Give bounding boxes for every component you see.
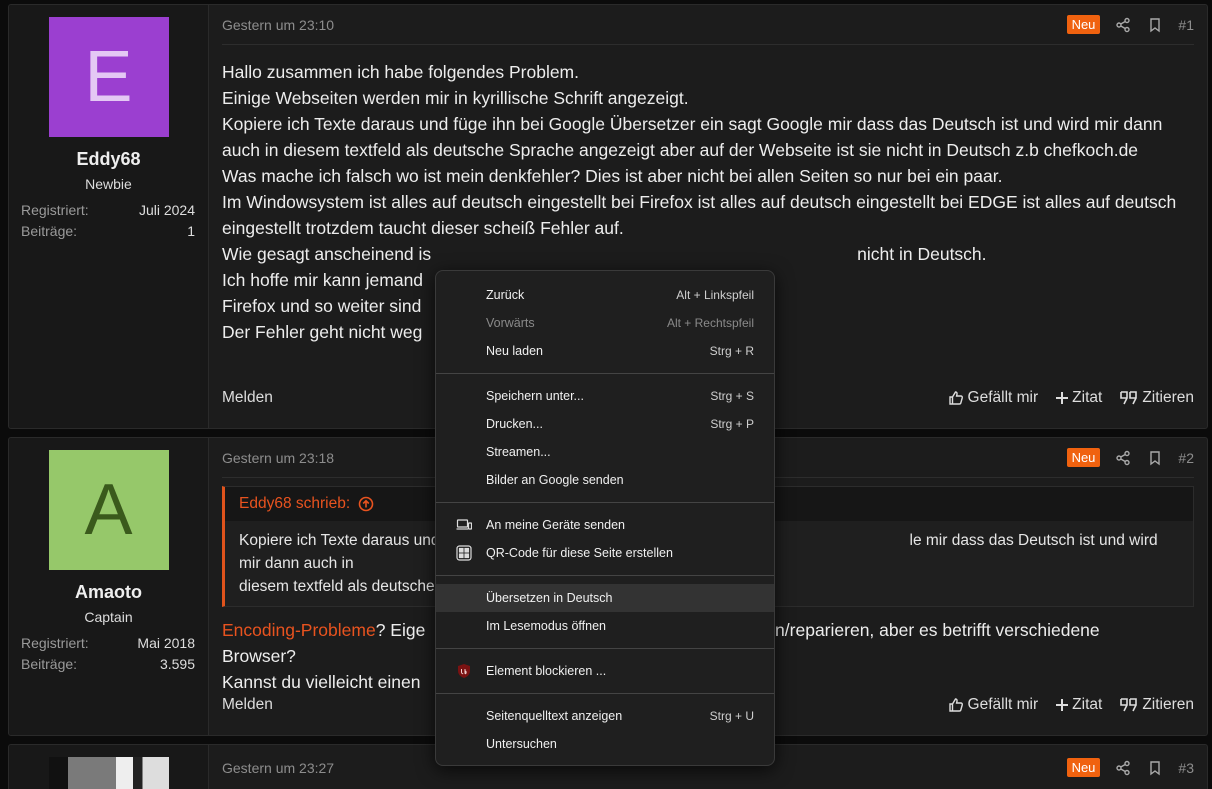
posts-count-value: 1 bbox=[187, 223, 195, 239]
menu-separator bbox=[436, 502, 774, 503]
menu-item-send-devices[interactable]: An meine Geräte senden bbox=[436, 511, 774, 539]
menu-item-google-images[interactable]: Bilder an Google senden bbox=[436, 466, 774, 494]
body-line: Im Windowsystem ist alles auf deutsch ei… bbox=[222, 192, 1177, 238]
avatar[interactable]: A bbox=[48, 450, 169, 570]
quote-button[interactable]: Zitat bbox=[1056, 389, 1102, 407]
username[interactable]: Amaoto bbox=[21, 582, 196, 603]
plus-icon bbox=[1056, 699, 1069, 711]
share-icon[interactable] bbox=[1114, 449, 1132, 467]
post-header: Gestern um 23:10 Neu #1 bbox=[222, 5, 1194, 45]
menu-separator bbox=[436, 575, 774, 576]
cite-button[interactable]: Zitieren bbox=[1120, 389, 1194, 407]
new-badge: Neu bbox=[1066, 758, 1101, 777]
menu-item-view-source[interactable]: Seitenquelltext anzeigen Strg + U bbox=[436, 702, 774, 730]
posts-count-label: Beiträge: bbox=[21, 656, 78, 672]
new-badge: Neu bbox=[1066, 15, 1101, 34]
registered-label: Registriert: bbox=[21, 202, 89, 218]
user-cell: A Amaoto Captain Registriert: Mai 2018 Be… bbox=[9, 438, 209, 735]
share-icon[interactable] bbox=[1114, 759, 1132, 777]
user-cell: E Eddy68 Newbie Registriert: Juli 2024 Be… bbox=[9, 5, 209, 428]
thumbs-up-icon bbox=[948, 391, 963, 405]
registered-label: Registriert: bbox=[21, 635, 89, 651]
quote-icon bbox=[1120, 698, 1138, 712]
menu-item-reader-mode[interactable]: Im Lesemodus öffnen bbox=[436, 612, 774, 640]
menu-item-print[interactable]: Drucken... Strg + P bbox=[436, 410, 774, 438]
avatar[interactable]: E bbox=[48, 17, 169, 137]
menu-separator bbox=[436, 693, 774, 694]
menu-item-forward[interactable]: Vorwärts Alt + Rechtspfeil bbox=[436, 309, 774, 337]
quote-icon bbox=[1120, 391, 1138, 405]
menu-item-qr-code[interactable]: QR-Code für diese Seite erstellen bbox=[436, 539, 774, 567]
thumbs-up-icon bbox=[948, 698, 963, 712]
menu-item-translate[interactable]: Übersetzen in Deutsch bbox=[436, 584, 774, 612]
encoding-link[interactable]: Encoding-Probleme bbox=[222, 620, 376, 640]
plus-icon bbox=[1056, 392, 1069, 404]
ublock-shield-icon bbox=[456, 663, 472, 679]
bookmark-icon[interactable] bbox=[1146, 759, 1164, 777]
user-stats: Registriert: Mai 2018 Beiträge: 3.595 bbox=[21, 633, 196, 675]
menu-item-cast[interactable]: Streamen... bbox=[436, 438, 774, 466]
body-line: Hallo zusammen ich habe folgendes Proble… bbox=[222, 62, 579, 82]
body-line: Einige Webseiten werden mir in kyrillisc… bbox=[222, 88, 689, 108]
bookmark-icon[interactable] bbox=[1146, 449, 1164, 467]
cite-button[interactable]: Zitieren bbox=[1120, 696, 1194, 714]
menu-item-back[interactable]: Zurück Alt + Linkspfeil bbox=[436, 281, 774, 309]
menu-item-block-element[interactable]: Element blockieren ... bbox=[436, 657, 774, 685]
arrow-up-circle-icon[interactable] bbox=[358, 496, 374, 512]
avatar[interactable] bbox=[48, 757, 169, 789]
like-button[interactable]: Gefällt mir bbox=[948, 696, 1038, 714]
quote-button[interactable]: Zitat bbox=[1056, 696, 1102, 714]
menu-item-save-as[interactable]: Speichern unter... Strg + S bbox=[436, 382, 774, 410]
post-date[interactable]: Gestern um 23:10 bbox=[222, 17, 1067, 33]
username[interactable]: Eddy68 bbox=[21, 149, 196, 170]
devices-icon bbox=[456, 517, 472, 533]
user-title: Captain bbox=[84, 609, 133, 625]
qr-code-icon bbox=[456, 545, 472, 561]
user-stats: Registriert: Juli 2024 Beiträge: 1 bbox=[21, 200, 196, 242]
body-line: Was mache ich falsch wo ist mein denkfeh… bbox=[222, 166, 1003, 186]
body-line: Wie gesagt anscheinend is nicht in Deutsc… bbox=[222, 244, 987, 264]
post-number[interactable]: #1 bbox=[1178, 17, 1194, 33]
menu-item-reload[interactable]: Neu laden Strg + R bbox=[436, 337, 774, 365]
menu-item-inspect[interactable]: Untersuchen bbox=[436, 730, 774, 758]
bookmark-icon[interactable] bbox=[1146, 16, 1164, 34]
menu-separator bbox=[436, 648, 774, 649]
post-number[interactable]: #3 bbox=[1178, 760, 1194, 776]
context-menu: Zurück Alt + Linkspfeil Vorwärts Alt + Rec… bbox=[435, 270, 775, 766]
new-badge: Neu bbox=[1066, 448, 1101, 467]
user-title: Newbie bbox=[85, 176, 132, 192]
posts-count-value: 3.595 bbox=[159, 656, 195, 672]
like-button[interactable]: Gefällt mir bbox=[948, 389, 1038, 407]
menu-separator bbox=[436, 373, 774, 374]
user-cell bbox=[9, 745, 209, 789]
post-number[interactable]: #2 bbox=[1178, 450, 1194, 466]
body-line: Kopiere ich Texte daraus und füge ihn be… bbox=[222, 114, 1163, 160]
registered-value: Mai 2018 bbox=[137, 635, 195, 651]
share-icon[interactable] bbox=[1114, 16, 1132, 34]
registered-value: Juli 2024 bbox=[138, 202, 195, 218]
posts-count-label: Beiträge: bbox=[21, 223, 78, 239]
